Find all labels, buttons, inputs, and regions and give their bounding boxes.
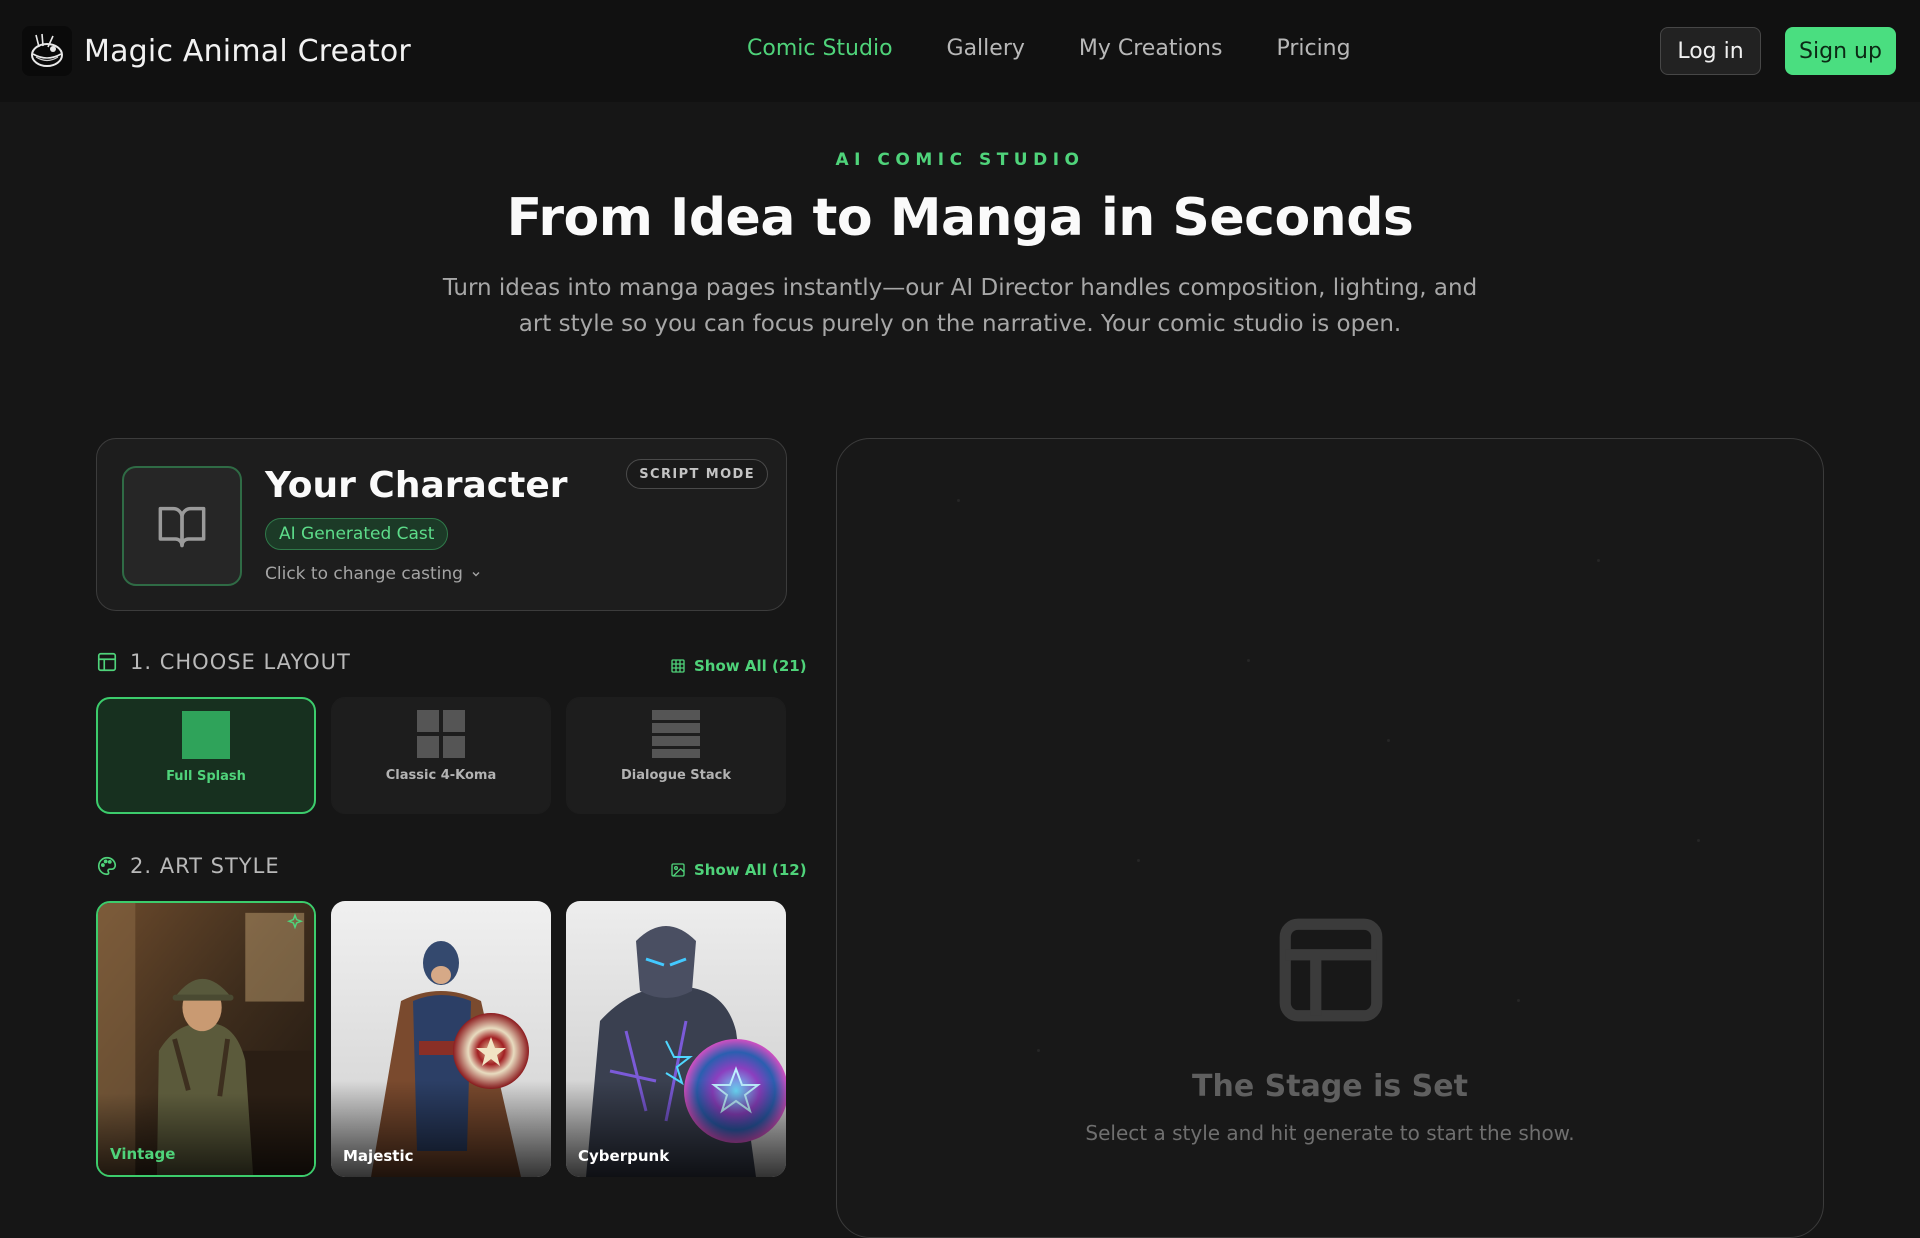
full-splash-glyph-icon bbox=[182, 711, 230, 759]
layout-template-icon bbox=[1279, 918, 1383, 1022]
art-style-section-header: 2. ART STYLE bbox=[96, 854, 280, 878]
change-casting-label: Click to change casting bbox=[265, 564, 463, 584]
main-nav: Comic Studio Gallery My Creations Pricin… bbox=[747, 36, 1351, 61]
chevron-down-icon bbox=[472, 572, 480, 577]
style-option-cyberpunk[interactable]: Cyberpunk bbox=[566, 901, 786, 1177]
stage-preview-panel: The Stage is Set Select a style and hit … bbox=[836, 438, 1824, 1238]
ramen-bowl-logo bbox=[22, 26, 72, 76]
brand-name: Magic Animal Creator bbox=[84, 33, 411, 69]
show-all-styles-link[interactable]: Show All (12) bbox=[670, 861, 807, 879]
stage-dust-dot bbox=[1137, 859, 1140, 862]
brand[interactable]: Magic Animal Creator bbox=[22, 26, 411, 76]
show-all-layouts-label: Show All (21) bbox=[694, 657, 807, 675]
nav-gallery[interactable]: Gallery bbox=[947, 36, 1025, 61]
sparkle-icon bbox=[286, 913, 304, 930]
style-option-label: Majestic bbox=[343, 1147, 414, 1165]
stage-title: The Stage is Set bbox=[1192, 1069, 1468, 1104]
palette-icon bbox=[98, 856, 117, 876]
image-icon bbox=[671, 863, 685, 877]
character-title: Your Character bbox=[265, 465, 568, 506]
layout-option-label: Full Splash bbox=[166, 769, 246, 784]
four-panel-grid-icon bbox=[417, 710, 465, 758]
style-option-majestic[interactable]: Majestic bbox=[331, 901, 551, 1177]
cyberpunk-armor-image bbox=[566, 901, 786, 1177]
layout-section-header: 1. CHOOSE LAYOUT bbox=[96, 650, 351, 674]
open-book-icon bbox=[122, 466, 242, 586]
art-style-section-title: 2. ART STYLE bbox=[130, 854, 280, 878]
style-option-label: Vintage bbox=[110, 1145, 176, 1163]
nav-pricing[interactable]: Pricing bbox=[1276, 36, 1350, 61]
layout-option-full-splash[interactable]: Full Splash bbox=[96, 697, 316, 814]
stage-dust-dot bbox=[1597, 559, 1600, 562]
cast-badge: AI Generated Cast bbox=[265, 518, 449, 550]
top-navbar: Magic Animal Creator Comic Studio Galler… bbox=[0, 0, 1920, 102]
nav-my-creations[interactable]: My Creations bbox=[1079, 36, 1223, 61]
layout-option-classic-4-koma[interactable]: Classic 4-Koma bbox=[331, 697, 551, 814]
majestic-hero-image bbox=[331, 901, 551, 1177]
login-button[interactable]: Log in bbox=[1660, 27, 1761, 75]
vintage-soldier-image bbox=[98, 903, 314, 1175]
stage-dust-dot bbox=[1697, 839, 1700, 842]
show-all-styles-label: Show All (12) bbox=[694, 861, 807, 879]
stage-dust-dot bbox=[1387, 739, 1390, 742]
signup-button[interactable]: Sign up bbox=[1785, 27, 1896, 75]
stage-dust-dot bbox=[957, 499, 960, 502]
character-card[interactable]: Your Character AI Generated Cast Click t… bbox=[96, 438, 787, 611]
stage-dust-dot bbox=[1247, 659, 1250, 662]
stacked-panels-icon bbox=[652, 710, 700, 758]
stage-dust-dot bbox=[1517, 999, 1520, 1002]
script-mode-pill[interactable]: SCRIPT MODE bbox=[626, 459, 768, 489]
layout-section-title: 1. CHOOSE LAYOUT bbox=[130, 650, 351, 674]
style-option-label: Cyberpunk bbox=[578, 1147, 670, 1165]
layout-icon bbox=[97, 652, 117, 672]
hero-eyebrow: AI COMIC STUDIO bbox=[835, 150, 1085, 170]
stage-subtitle: Select a style and hit generate to start… bbox=[1085, 1121, 1575, 1145]
grid-icon bbox=[671, 659, 685, 673]
stage-dust-dot bbox=[1037, 1049, 1040, 1052]
style-option-vintage[interactable]: Vintage bbox=[96, 901, 316, 1177]
hero-subtitle: Turn ideas into manga pages instantly—ou… bbox=[442, 275, 1478, 337]
layout-option-dialogue-stack[interactable]: Dialogue Stack bbox=[566, 697, 786, 814]
show-all-layouts-link[interactable]: Show All (21) bbox=[670, 657, 807, 675]
layout-option-label: Dialogue Stack bbox=[620, 768, 731, 783]
nav-comic-studio[interactable]: Comic Studio bbox=[747, 36, 893, 61]
change-casting-link[interactable]: Click to change casting bbox=[265, 564, 481, 584]
hero-title: From Idea to Manga in Seconds bbox=[506, 188, 1414, 248]
layout-option-label: Classic 4-Koma bbox=[385, 768, 497, 783]
